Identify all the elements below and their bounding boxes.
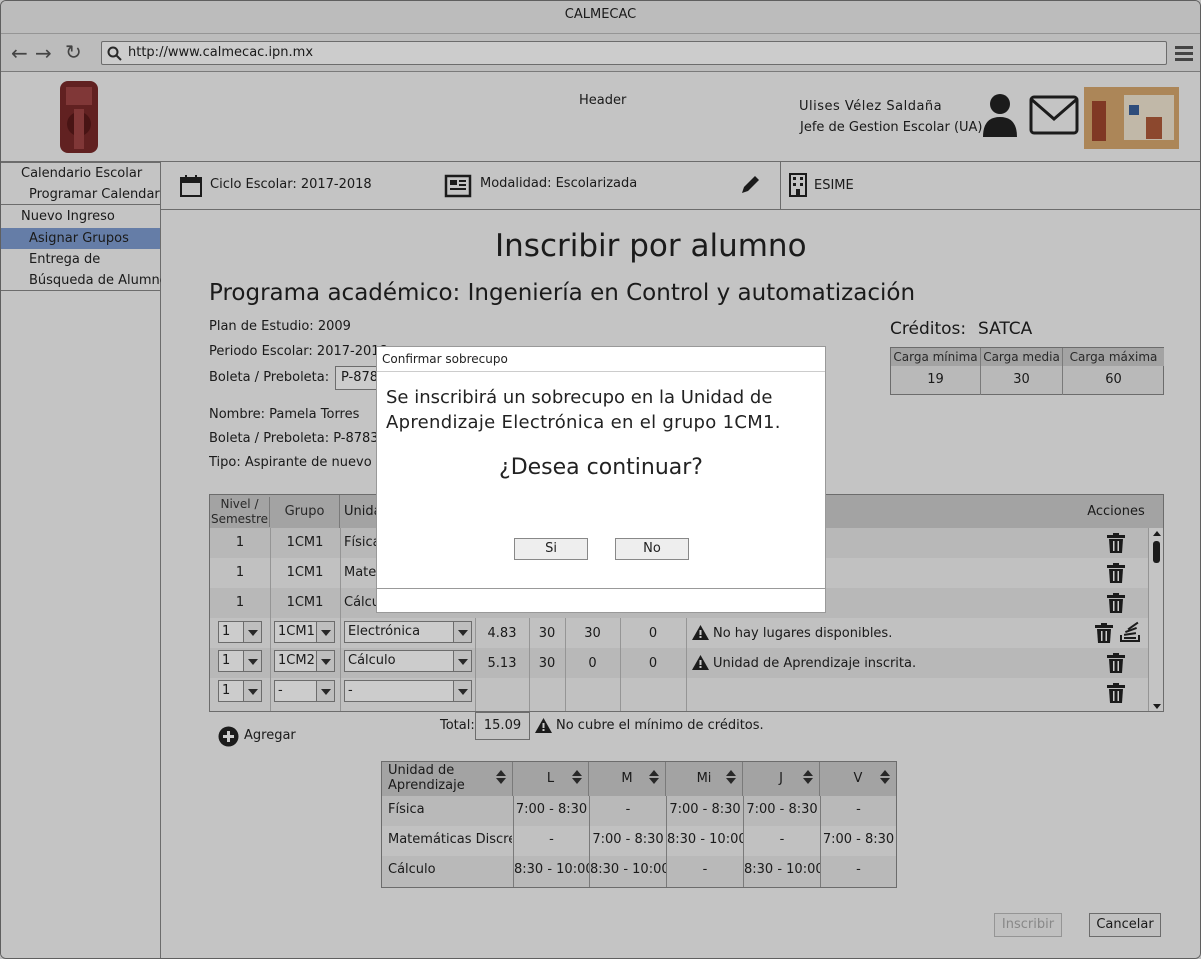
dialog-no-button[interactable]: No xyxy=(615,538,689,560)
dialog-question: ¿Desea continuar? xyxy=(499,455,703,480)
dialog-message-line1: Se inscribirá un sobrecupo en la Unidad … xyxy=(386,387,773,408)
dialog-yes-button[interactable]: Si xyxy=(514,538,588,560)
dialog-message-line2: Aprendizaje Electrónica en el grupo 1CM1… xyxy=(386,412,781,433)
dialog-title: Confirmar sobrecupo xyxy=(382,352,508,366)
confirm-dialog: Confirmar sobrecupo Se inscribirá un sob… xyxy=(376,346,826,613)
dialog-titlebar: Confirmar sobrecupo xyxy=(377,347,825,372)
dialog-footer-divider xyxy=(377,588,825,589)
